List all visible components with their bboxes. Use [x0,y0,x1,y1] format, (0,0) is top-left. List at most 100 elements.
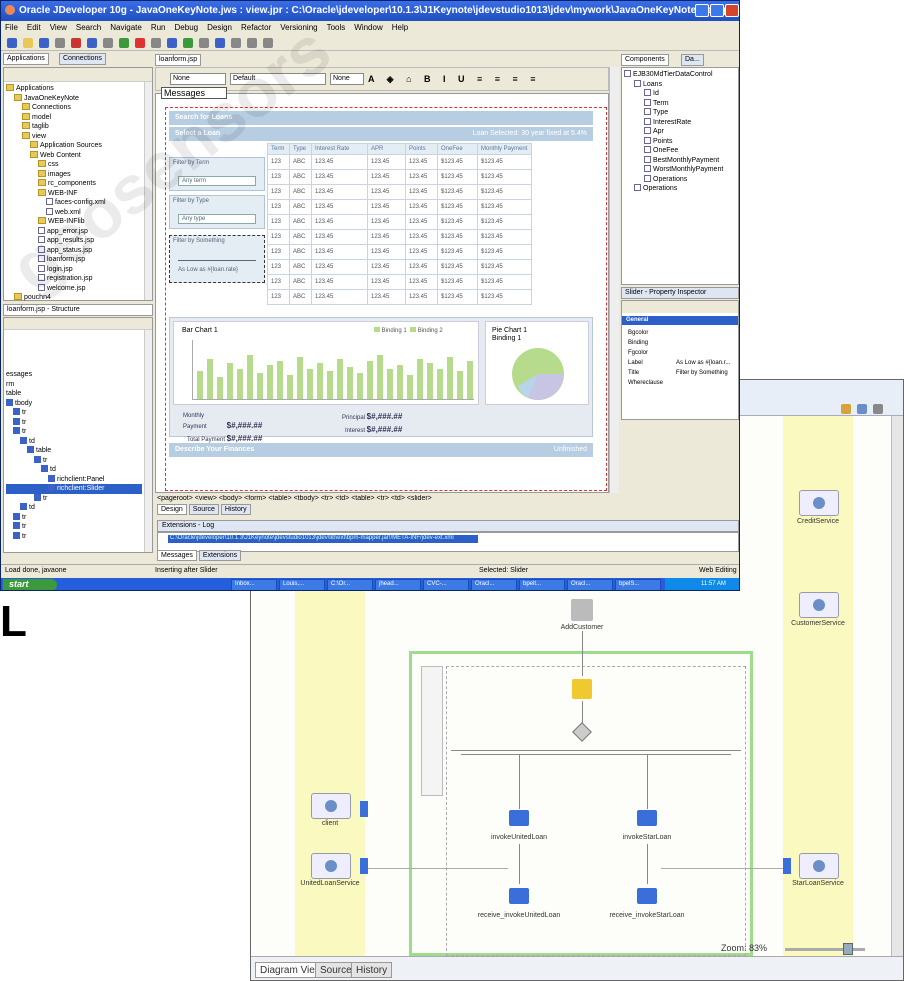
tree-node[interactable]: Applications [6,84,142,94]
partner-link-port[interactable] [783,858,791,874]
column-header[interactable]: Type [289,143,312,155]
start-button[interactable]: start [3,579,57,590]
inspector-section-general[interactable]: General [622,316,738,325]
tree-node[interactable]: essages [6,370,142,380]
vertical-scrollbar[interactable] [891,416,903,956]
tree-node[interactable]: taglib [6,122,142,132]
structure-tab[interactable]: loanform.jsp - Structure [3,304,153,316]
tree-node[interactable]: InterestRate [624,117,723,128]
toolbar-icon[interactable] [119,38,129,48]
column-header[interactable]: Term [267,143,290,155]
taskbar-item[interactable]: Oracl... [567,579,613,590]
tree-node[interactable]: tr [6,531,142,542]
tab-design[interactable]: Design [157,504,187,515]
tab-messages[interactable]: Messages [157,550,197,561]
table-row[interactable]: 123 ABC 123.45 123.45 123.45 $123.45 $123.45 [267,244,532,260]
type-filter-select[interactable]: Any type [178,214,256,224]
tab-history[interactable]: History [351,962,393,978]
tree-node[interactable]: Type [624,108,723,118]
partner-link-port[interactable] [360,858,368,874]
close-button[interactable] [725,4,739,17]
menu-item[interactable]: View [50,23,67,32]
table-row[interactable]: 123 ABC 123.45 123.45 123.45 $123.45 $123.45 [267,169,532,185]
column-header[interactable]: OneFee [437,143,478,155]
tree-node[interactable]: tr [6,408,142,418]
tree-node[interactable]: tbody [6,398,142,409]
menu-item[interactable]: Search [76,23,101,32]
toolbar-icon[interactable] [87,38,97,48]
slider-track[interactable] [178,260,256,261]
editor-scrollbar[interactable] [609,67,619,493]
toolbar-icon[interactable] [39,38,49,48]
tree-node[interactable]: table [6,446,142,456]
tab-applications[interactable]: Applications [3,53,49,65]
tree-node[interactable]: tr [6,493,142,504]
table-row[interactable]: 123 ABC 123.45 123.45 123.45 $123.45 $123.45 [267,184,532,200]
toolbar-icon[interactable] [7,38,17,48]
side-palette[interactable] [421,666,443,796]
property-row[interactable]: Label As Low as #{loan.r... [626,359,732,367]
tree-node[interactable]: Id [624,89,723,99]
maximize-button[interactable] [710,4,724,17]
table-row[interactable]: 123 ABC 123.45 123.45 123.45 $123.45 $123.45 [267,274,532,290]
tab-components[interactable]: Components [621,54,669,66]
menu-item[interactable]: Window [354,23,382,32]
tree-node[interactable]: td [6,503,142,513]
receive-united-loan-activity[interactable] [509,888,529,904]
credit-service-node[interactable] [799,490,839,516]
format-buttons[interactable]: A ◈ ⌂ B I U ≡ ≡ ≡ ≡ [368,74,541,85]
tree-node[interactable]: Operations [624,174,723,185]
minimize-button[interactable] [695,4,709,17]
property-value[interactable] [674,329,732,337]
tree-node[interactable]: Term [624,98,723,109]
tree-node[interactable]: tr [6,522,142,532]
tree-node[interactable]: Points [624,136,723,147]
add-customer-activity[interactable] [571,599,593,621]
zoom-slider-thumb[interactable] [843,943,854,955]
tree-node[interactable]: richclient:Slider [6,484,142,494]
table-row[interactable]: 123 ABC 123.45 123.45 123.45 $123.45 $123.45 [267,154,532,170]
column-header[interactable]: Interest Rate [311,143,368,155]
property-inspector[interactable]: General Bgcolor Binding Fgcolor Label As Low… [621,300,739,420]
united-loan-service-node[interactable] [311,853,351,879]
structure-scrollbar[interactable] [144,330,152,552]
menu-item[interactable]: Tools [327,23,346,32]
toolbar-icon[interactable] [71,38,81,48]
client-node[interactable] [311,793,351,819]
taskbar-item[interactable]: CVC-... [423,579,469,590]
table-row[interactable]: 123 ABC 123.45 123.45 123.45 $123.45 $123.45 [267,229,532,245]
invoke-united-loan-activity[interactable] [509,810,529,826]
property-row[interactable]: Bgcolor [626,329,732,337]
menu-item[interactable]: Debug [175,23,199,32]
tab-connections[interactable]: Connections [59,53,106,65]
toolbar-icon[interactable] [151,38,161,48]
structure-pane[interactable]: essages rm table tbody tr tr tr td table tr td rich… [3,317,153,553]
tree-node[interactable]: pouchn4 [6,293,142,303]
toolbar-icon[interactable] [23,38,33,48]
assign-activity[interactable] [572,679,592,699]
toolbar-icon[interactable] [55,38,65,48]
property-value[interactable] [674,379,732,387]
menu-item[interactable]: File [5,23,18,32]
table-row[interactable]: 123 ABC 123.45 123.45 123.45 $123.45 $123.45 [267,289,532,305]
tab-data-controls[interactable]: Da... [681,54,704,66]
property-value[interactable] [674,339,732,347]
taskbar-item[interactable]: Oracl... [471,579,517,590]
menu-item[interactable]: Help [392,23,408,32]
invoke-star-loan-activity[interactable] [637,810,657,826]
menu-item[interactable]: Edit [27,23,41,32]
tool-icon[interactable] [857,404,867,414]
menu-item[interactable]: Run [151,23,166,32]
toolbar-icon[interactable] [215,38,225,48]
tree-node[interactable]: tr [6,427,142,437]
tab-loanform-jsp[interactable]: loanform.jsp [155,54,202,66]
toolbar-icon[interactable] [135,38,145,48]
taskbar-item[interactable]: bpelS... [615,579,661,590]
taskbar-item[interactable]: jhead... [375,579,421,590]
property-value[interactable]: As Low as #{loan.r... [674,359,732,367]
tool-icon[interactable] [873,404,883,414]
property-value[interactable]: Filter by Something [674,369,732,377]
taskbar-item[interactable]: Inbox... [231,579,277,590]
tab-history[interactable]: History [220,504,251,515]
table-row[interactable]: 123 ABC 123.45 123.45 123.45 $123.45 $123.45 [267,259,532,275]
